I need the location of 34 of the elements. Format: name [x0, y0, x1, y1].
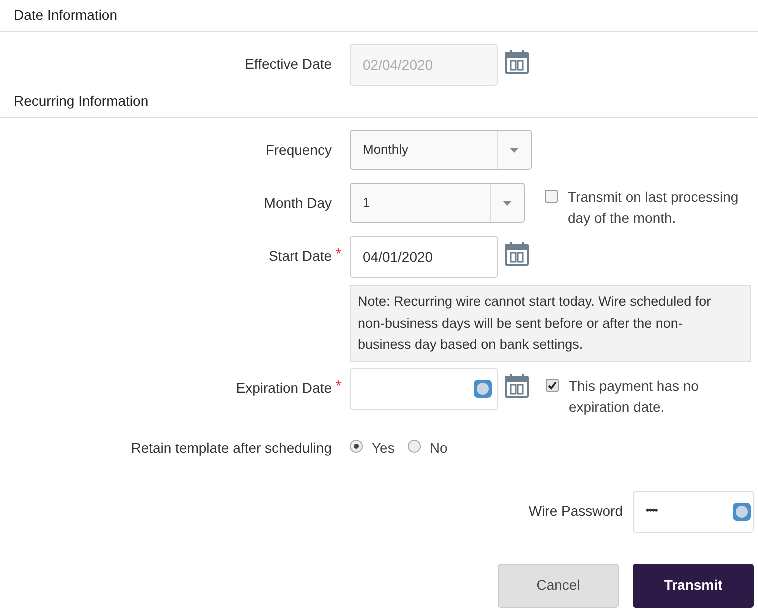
calendar-icon[interactable]: [504, 372, 530, 398]
password-field[interactable]: ••••: [633, 490, 754, 532]
calendar-icon[interactable]: [504, 241, 530, 267]
radio-button[interactable]: [408, 440, 421, 452]
checkbox-label: This payment has no expiration date.: [569, 376, 700, 417]
caret-icon: [503, 200, 512, 206]
field-label: Retain template after scheduling: [131, 438, 332, 458]
calendar-icon[interactable]: [504, 49, 530, 75]
checkbox-label: Transmit on last processing day of the month.: [568, 188, 740, 228]
radio-label: No: [430, 438, 448, 458]
field-label: Month Day: [264, 194, 332, 213]
required-asterisk: *: [336, 376, 342, 396]
orb-icon[interactable]: [474, 380, 492, 398]
field-label: Effective Date: [245, 55, 332, 74]
note-box: Note: Recurring wire cannot start today. Wire scheduled for non-business days will be sent before or after the non-business day based on bank settings.: [350, 285, 751, 362]
field-label: Frequency: [266, 141, 332, 160]
date-field[interactable]: 04/01/2020: [350, 236, 498, 278]
section-heading: Recurring Information: [14, 93, 149, 109]
dropdown[interactable]: Monthly: [350, 130, 532, 170]
secondary-button[interactable]: Cancel: [498, 564, 619, 608]
dropdown[interactable]: 1: [350, 183, 525, 223]
section-heading: Date Information: [14, 7, 118, 23]
field-label: Wire Password: [528, 502, 623, 521]
field-label: Expiration Date: [236, 378, 332, 398]
date-field[interactable]: [350, 368, 498, 410]
radio-label: Yes: [372, 438, 395, 458]
checkbox[interactable]: [546, 378, 559, 392]
required-asterisk: *: [336, 245, 342, 265]
caret-icon: [510, 148, 519, 152]
orb-icon[interactable]: [733, 502, 751, 520]
primary-button[interactable]: Transmit: [633, 564, 754, 608]
field-label: Start Date: [268, 247, 332, 266]
radio-button[interactable]: [350, 440, 363, 452]
checkbox[interactable]: [545, 190, 558, 203]
